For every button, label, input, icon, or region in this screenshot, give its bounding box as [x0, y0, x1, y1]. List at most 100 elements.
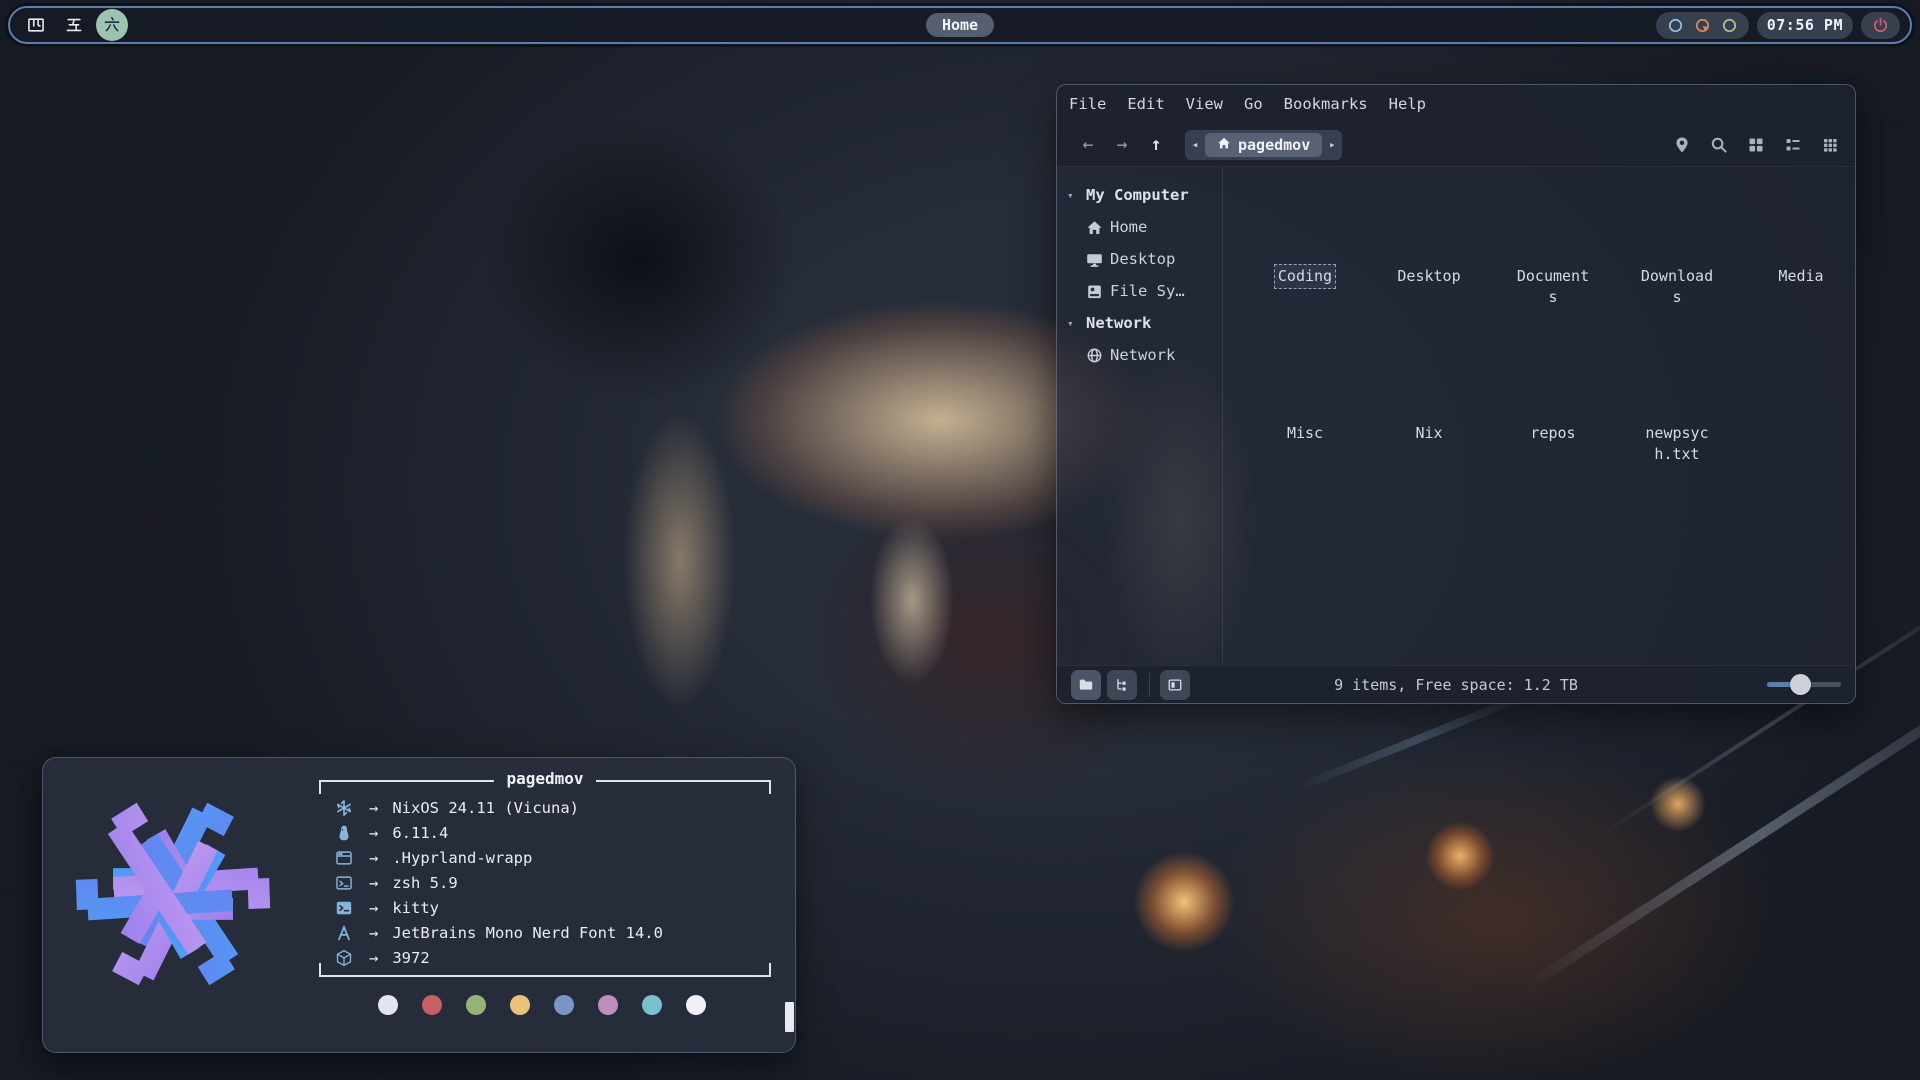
up-button[interactable]: ↑ — [1139, 130, 1173, 160]
arrow-glyph: → — [369, 924, 378, 942]
fetch-rows: →NixOS 24.11 (Vicuna)→6.11.4→.Hyprland-w… — [319, 782, 771, 970]
file-item-misc[interactable]: Misc — [1243, 348, 1367, 505]
palette-dot-2 — [422, 995, 442, 1015]
power-button[interactable] — [1861, 12, 1900, 39]
toolbar: ← → ↑ ◂ pagedmov ▸ — [1057, 123, 1855, 167]
search-icon[interactable] — [1708, 134, 1730, 156]
file-item-coding[interactable]: Coding — [1243, 191, 1367, 348]
zoom-slider-knob[interactable] — [1790, 674, 1811, 695]
window-manager-icon — [335, 848, 357, 868]
terminal-color-palette — [378, 995, 730, 1015]
clock-pill[interactable]: 07:56 PM — [1757, 12, 1853, 39]
palette-dot-7 — [642, 995, 662, 1015]
file-item-newpsych-txt[interactable]: newpsych.txt — [1615, 348, 1739, 505]
sidebar-item-label: Desktop — [1110, 250, 1175, 268]
workspace-indicators — [20, 9, 128, 41]
zoom-slider[interactable] — [1767, 674, 1841, 696]
collapse-arrow-icon[interactable]: ▾ — [1067, 317, 1079, 330]
location-pin-icon[interactable] — [1671, 134, 1693, 156]
forward-button[interactable]: → — [1105, 130, 1139, 160]
file-item-documents[interactable]: Documents — [1491, 191, 1615, 348]
sidebar-section-my-computer[interactable]: ▾My Computer — [1067, 179, 1222, 211]
arrow-glyph: → — [369, 849, 378, 867]
fetch-row: → JetBrains Mono Nerd Font 14.0 — [335, 920, 771, 945]
fetch-value: JetBrains Mono Nerd Font 14.0 — [392, 924, 663, 942]
sidebar-item-desktop[interactable]: Desktop — [1067, 243, 1222, 275]
file-item-media[interactable]: Media — [1739, 191, 1856, 348]
shell-icon — [335, 873, 357, 893]
orange-pie-indicator[interactable] — [1693, 16, 1712, 35]
file-item-downloads[interactable]: Downloads — [1615, 191, 1739, 348]
sidebar: ▾My Computer Home Desktop File Sy… ▾NetworkN… — [1057, 167, 1223, 665]
places-pane-button[interactable] — [1071, 670, 1101, 700]
fetch-row: →zsh 5.9 — [335, 870, 771, 895]
sidebar-section-network[interactable]: ▾Network — [1067, 307, 1222, 339]
path-segment-home[interactable]: pagedmov — [1205, 133, 1322, 157]
arrow-glyph: → — [369, 799, 378, 817]
path-bar: ◂ pagedmov ▸ — [1185, 130, 1342, 160]
palette-dot-3 — [466, 995, 486, 1015]
fetch-row: → kitty — [335, 895, 771, 920]
sidebar-item-home[interactable]: Home — [1067, 211, 1222, 243]
clock: 07:56 PM — [1767, 16, 1843, 34]
palette-dot-6 — [598, 995, 618, 1015]
fetch-value: 6.11.4 — [392, 824, 448, 842]
file-manager-window: File Edit View Go Bookmarks Help ← → ↑ ◂ page… — [1056, 84, 1856, 704]
sidebar-item-file-sy-[interactable]: File Sy… — [1067, 275, 1222, 307]
files-grid: Coding Desktop Documents Downloads Media Misc… — [1243, 191, 1856, 505]
sidebar-item-network[interactable]: Network — [1067, 339, 1222, 371]
arrow-glyph: → — [369, 949, 378, 967]
menu-item-file[interactable]: File — [1069, 95, 1106, 113]
font-icon — [335, 923, 357, 943]
green-ring-indicator[interactable] — [1720, 16, 1739, 35]
path-segment-label: pagedmov — [1238, 136, 1310, 154]
workspace-indicator-2[interactable] — [58, 9, 90, 41]
home-icon — [1086, 219, 1103, 236]
back-button[interactable]: ← — [1071, 130, 1105, 160]
arrow-glyph: → — [369, 824, 378, 842]
file-item-label: Documents — [1509, 264, 1597, 310]
menu-item-edit[interactable]: Edit — [1127, 95, 1164, 113]
palette-dot-8 — [686, 995, 706, 1015]
file-item-label: Coding — [1274, 264, 1336, 289]
active-window-title-wrap: Home — [10, 13, 1910, 37]
file-item-label: Misc — [1283, 421, 1327, 446]
globe-icon — [1086, 347, 1103, 364]
file-area: Coding Desktop Documents Downloads Media Misc… — [1223, 167, 1856, 665]
sidebar-item-label: Home — [1110, 218, 1147, 236]
toggle-panel-button[interactable] — [1160, 670, 1190, 700]
menu-item-go[interactable]: Go — [1244, 95, 1263, 113]
filesystem-icon — [1086, 283, 1103, 300]
menu-item-view[interactable]: View — [1186, 95, 1223, 113]
compact-view-icon[interactable] — [1819, 134, 1841, 156]
file-item-repos[interactable]: repos — [1491, 348, 1615, 505]
nix-mini-icon — [335, 798, 357, 818]
terminal-window[interactable]: pagedmov →NixOS 24.11 (Vicuna)→6.11.4→.H… — [42, 757, 796, 1053]
file-item-label: repos — [1526, 421, 1579, 446]
icon-view-icon[interactable] — [1745, 134, 1767, 156]
arrow-glyph: → — [369, 899, 378, 917]
fetch-row: → 6.11.4 — [335, 820, 771, 845]
sidebar-item-label: File Sy… — [1110, 282, 1185, 300]
path-scroll-right-icon[interactable]: ▸ — [1322, 138, 1342, 151]
file-item-label: newpsych.txt — [1633, 421, 1721, 467]
blue-ring-indicator[interactable] — [1666, 16, 1685, 35]
fetch-value: kitty — [392, 899, 439, 917]
file-item-desktop[interactable]: Desktop — [1367, 191, 1491, 348]
tux-icon — [335, 823, 357, 843]
active-window-title[interactable]: Home — [926, 13, 994, 37]
workspace-indicator-3[interactable] — [96, 9, 128, 41]
toolbar-view-icons — [1671, 134, 1841, 156]
menu-item-help[interactable]: Help — [1389, 95, 1426, 113]
file-item-label: Downloads — [1633, 264, 1721, 310]
palette-dot-5 — [554, 995, 574, 1015]
collapse-arrow-icon[interactable]: ▾ — [1067, 189, 1079, 202]
list-view-icon[interactable] — [1782, 134, 1804, 156]
directory-tree-button[interactable] — [1107, 670, 1137, 700]
file-item-nix[interactable]: Nix — [1367, 348, 1491, 505]
path-scroll-left-icon[interactable]: ◂ — [1185, 138, 1205, 151]
menu-item-bookmarks[interactable]: Bookmarks — [1284, 95, 1368, 113]
file-item-label: Media — [1774, 264, 1827, 289]
palette-dot-4 — [510, 995, 530, 1015]
workspace-indicator-1[interactable] — [20, 9, 52, 41]
